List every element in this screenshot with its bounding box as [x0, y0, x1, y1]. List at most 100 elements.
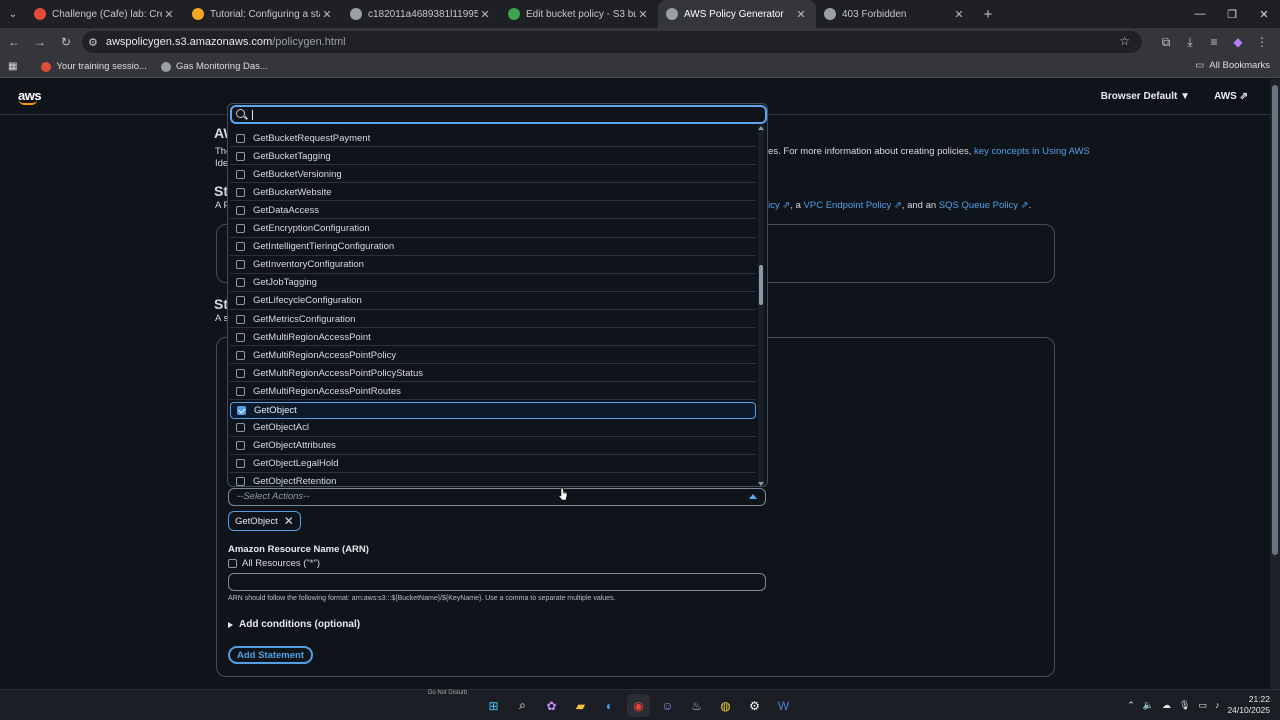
action-checkbox[interactable] [236, 205, 245, 215]
cloud-icon[interactable]: ☁ [1162, 700, 1171, 711]
action-option[interactable]: GetInventoryConfiguration [230, 257, 756, 274]
back-icon[interactable]: ← [2, 30, 26, 54]
action-checkbox[interactable] [237, 405, 246, 415]
action-option[interactable]: GetObjectAttributes [230, 438, 756, 455]
tab-close-icon[interactable]: ✕ [320, 8, 334, 21]
sqs-queue-policy-link[interactable]: SQS Queue Policy ⇗ [939, 200, 1029, 211]
copilot-icon[interactable]: ✿ [540, 694, 563, 717]
settings-taskbar-icon[interactable]: ⚙ [743, 694, 766, 717]
action-option[interactable]: GetMultiRegionAccessPoint [230, 329, 756, 347]
minimize-icon[interactable]: — [1184, 0, 1216, 28]
bookmark-star-icon[interactable]: ☆ [1119, 34, 1130, 48]
action-checkbox[interactable] [236, 332, 245, 342]
vpc-endpoint-policy-link[interactable]: VPC Endpoint Policy ⇗ [804, 200, 902, 211]
action-option[interactable]: GetMultiRegionAccessPointPolicyStatus [230, 365, 756, 383]
reading-list-icon[interactable]: ≡ [1202, 30, 1226, 54]
all-resources-checkbox[interactable] [228, 559, 237, 568]
action-checkbox[interactable] [236, 350, 245, 360]
volume-icon[interactable]: 🔈 [1143, 700, 1154, 711]
action-checkbox[interactable] [236, 314, 245, 324]
apps-grid-icon[interactable]: ▦ [8, 61, 17, 72]
action-checkbox[interactable] [236, 260, 245, 270]
discord-icon[interactable]: ☺ [656, 694, 679, 717]
more-menu-icon[interactable]: ⋮ [1250, 30, 1274, 54]
action-option[interactable]: GetObjectLegalHold [230, 456, 756, 473]
dropdown-scrollbar-thumb[interactable] [759, 265, 763, 305]
forward-icon[interactable]: → [28, 30, 52, 54]
browser-tab[interactable]: Edit bucket policy - S3 bucket✕ [500, 0, 658, 28]
key-concepts-link[interactable]: key concepts in Using AWS [974, 146, 1090, 157]
extensions-icon[interactable]: ⧉ [1154, 30, 1178, 54]
action-checkbox[interactable] [236, 151, 245, 161]
action-option[interactable]: GetBucketRequestPayment [230, 130, 756, 147]
display-icon[interactable]: ▭ [1198, 700, 1207, 711]
browser-tab[interactable]: 403 Forbidden ✕ [816, 0, 974, 28]
dropdown-scrollbar[interactable] [758, 125, 764, 486]
action-checkbox[interactable] [236, 459, 245, 469]
action-option[interactable]: GetObjectRetention [230, 474, 756, 486]
action-option[interactable]: GetJobTagging [230, 275, 756, 292]
address-bar[interactable]: ⚙ awspolicygen.s3.amazonaws.com /policyg… [82, 31, 1142, 53]
reload-icon[interactable]: ↻ [54, 30, 78, 54]
action-checkbox[interactable] [236, 368, 245, 378]
speaker-icon[interactable]: ♪ [1215, 700, 1220, 710]
scroll-up-icon[interactable] [758, 126, 764, 130]
action-option[interactable]: GetMultiRegionAccessPointRoutes [230, 383, 756, 401]
action-checkbox[interactable] [236, 441, 245, 451]
action-option[interactable]: GetIntelligentTieringConfiguration [230, 239, 756, 256]
browser-tab[interactable]: Challenge (Cafe) lab: Creating a✕ [26, 0, 184, 28]
tab-close-icon[interactable]: ✕ [794, 8, 808, 21]
action-option[interactable]: GetObject [230, 401, 756, 419]
action-checkbox[interactable] [236, 423, 245, 433]
tab-close-icon[interactable]: ✕ [478, 8, 492, 21]
close-window-icon[interactable]: ✕ [1248, 0, 1280, 28]
tab-close-icon[interactable]: ✕ [636, 8, 650, 21]
action-option[interactable]: GetLifecycleConfiguration [230, 293, 756, 310]
file-explorer-icon[interactable]: ▰ [569, 694, 592, 717]
action-checkbox[interactable] [236, 224, 245, 233]
action-option[interactable]: GetEncryptionConfiguration [230, 221, 756, 238]
edge-icon[interactable]: ◐ [598, 694, 621, 717]
action-checkbox[interactable] [236, 169, 245, 179]
profile-icon[interactable]: ◆ [1226, 30, 1250, 54]
tab-search-icon[interactable]: ⌄ [0, 0, 26, 28]
action-option[interactable]: GetDataAccess [230, 202, 756, 220]
action-checkbox[interactable] [236, 477, 245, 486]
windows-start-icon[interactable]: ⊞ [482, 694, 505, 717]
mic-icon[interactable]: 🎙 [1179, 700, 1190, 711]
action-checkbox[interactable] [236, 242, 245, 252]
tab-close-icon[interactable]: ✕ [162, 8, 176, 21]
browser-tab[interactable]: AWS Policy Generator ✕ [658, 0, 816, 28]
action-option[interactable]: GetBucketVersioning [230, 166, 756, 184]
bookmark-item[interactable]: Your training sessio... [41, 61, 147, 72]
all-resources-option[interactable]: All Resources ("*") [228, 558, 320, 569]
sticky-app-icon[interactable]: ◍ [714, 694, 737, 717]
action-option[interactable]: GetObjectAcl [230, 420, 756, 437]
all-bookmarks[interactable]: ▭ All Bookmarks [1195, 60, 1270, 71]
action-option[interactable]: GetBucketTagging [230, 148, 756, 166]
downloads-icon[interactable]: ⤓ [1178, 30, 1202, 54]
search-taskbar-icon[interactable]: ⌕ [511, 694, 534, 717]
word-icon[interactable]: W [772, 694, 795, 717]
aws-logo[interactable]: aws [18, 88, 42, 105]
action-checkbox[interactable] [236, 133, 245, 143]
chrome-icon[interactable]: ◉ [627, 694, 650, 717]
maximize-icon[interactable]: ❐ [1216, 0, 1248, 28]
policy-link[interactable]: licy ⇗ [766, 200, 790, 211]
browser-default-menu[interactable]: Browser Default ▼ [1101, 91, 1190, 102]
new-tab-button[interactable]: + [974, 0, 1002, 28]
action-option[interactable]: GetBucketWebsite [230, 184, 756, 202]
browser-tab[interactable]: c182011a4689381l11995053t1✕ [342, 0, 500, 28]
page-scrollbar-thumb[interactable] [1272, 85, 1278, 555]
action-option[interactable]: GetMetricsConfiguration [230, 311, 756, 328]
action-checkbox[interactable] [236, 386, 245, 396]
bookmark-item[interactable]: Gas Monitoring Das... [160, 61, 268, 72]
scroll-down-icon[interactable] [758, 482, 764, 486]
actions-search-input[interactable] [230, 105, 767, 124]
tab-close-icon[interactable]: ✕ [952, 8, 966, 21]
clock[interactable]: 21:22 24/10/2025 [1227, 694, 1270, 716]
aws-external-link[interactable]: AWS ⇗ [1214, 91, 1248, 102]
steam-icon[interactable]: ♨ [685, 694, 708, 717]
site-info-icon[interactable]: ⚙ [88, 36, 98, 49]
tray-chevron-icon[interactable]: ⌃ [1127, 700, 1135, 711]
